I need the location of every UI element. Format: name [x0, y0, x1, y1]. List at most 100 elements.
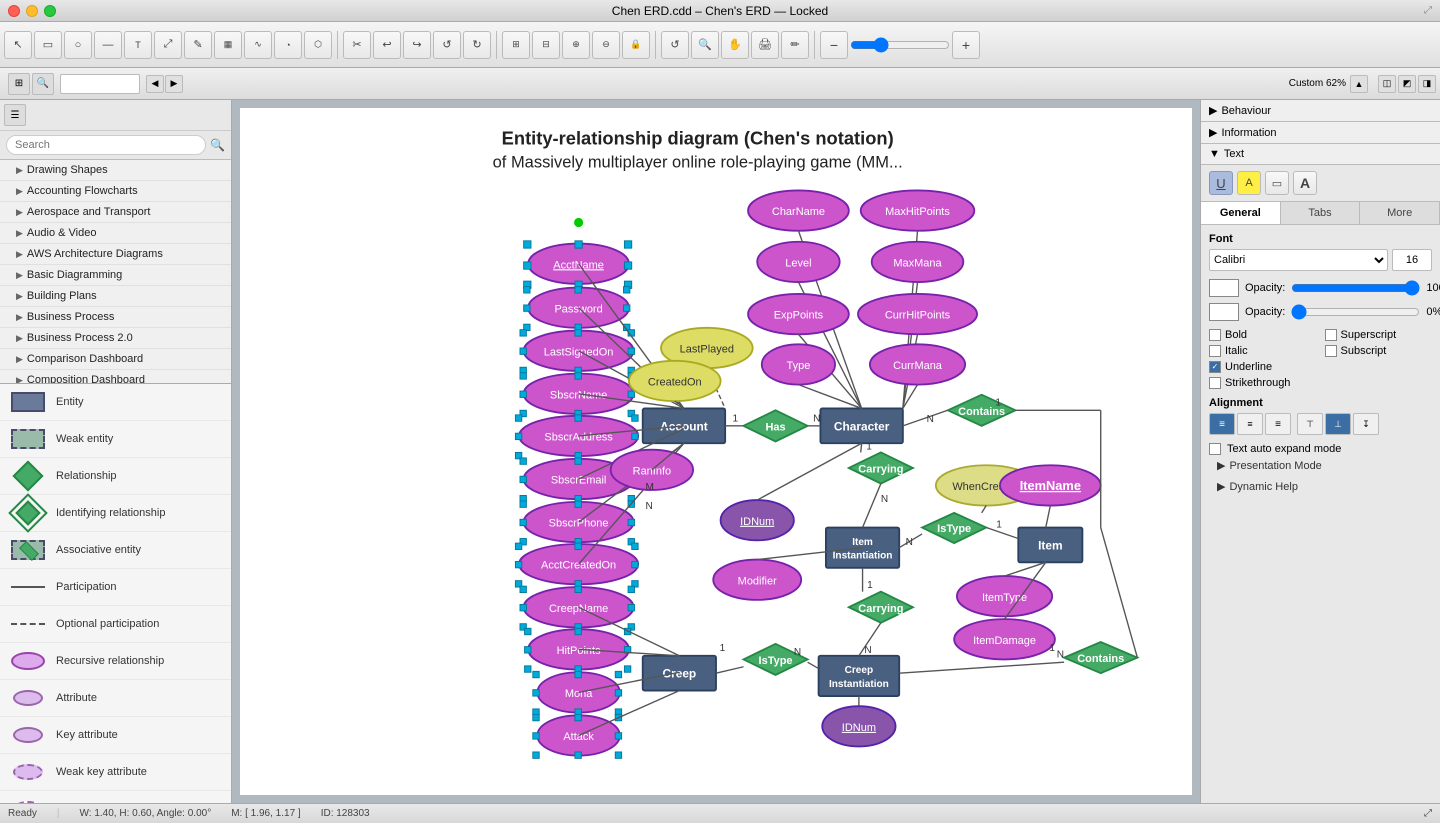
- search-input[interactable]: [6, 135, 206, 155]
- pan-tool[interactable]: ✋: [721, 31, 749, 59]
- rp-text[interactable]: ▼ Text: [1201, 144, 1440, 165]
- zoom-out-btn[interactable]: −: [820, 31, 848, 59]
- tab-more[interactable]: More: [1360, 202, 1440, 224]
- shape-relationship[interactable]: Relationship: [0, 458, 231, 495]
- conn-tool[interactable]: ⤢: [154, 31, 182, 59]
- annotate-tool[interactable]: ✏: [781, 31, 809, 59]
- shape-derived-attr[interactable]: Derived attribute: [0, 791, 231, 803]
- shape-participation[interactable]: Participation: [0, 569, 231, 606]
- rp-information[interactable]: ▶ Information: [1201, 122, 1440, 144]
- freehand-tool[interactable]: ✎: [184, 31, 212, 59]
- prev-btn[interactable]: ◀: [146, 75, 164, 93]
- shape-attribute[interactable]: Attribute: [0, 680, 231, 717]
- close-button[interactable]: [8, 5, 20, 17]
- cut-tool[interactable]: ✂: [343, 31, 371, 59]
- cat-aws[interactable]: ▶AWS Architecture Diagrams: [0, 244, 231, 265]
- zoom-slider[interactable]: [850, 37, 950, 53]
- cat-bprocess2[interactable]: ▶Business Process 2.0: [0, 328, 231, 349]
- cat-basic[interactable]: ▶Basic Diagramming: [0, 265, 231, 286]
- oval-tool[interactable]: ○: [64, 31, 92, 59]
- tab-general[interactable]: General: [1201, 202, 1281, 224]
- tab-tabs[interactable]: Tabs: [1281, 202, 1361, 224]
- cat-building[interactable]: ▶Building Plans: [0, 286, 231, 307]
- zoom-step-btn[interactable]: ▲: [1350, 75, 1368, 93]
- text-tool[interactable]: T: [124, 31, 152, 59]
- presentation-mode-item[interactable]: ▶ Presentation Mode: [1209, 455, 1432, 476]
- redo-tool[interactable]: ↪: [403, 31, 431, 59]
- table-tool[interactable]: ▦: [214, 31, 242, 59]
- handle-mr[interactable]: [624, 262, 631, 269]
- big-a-btn[interactable]: A: [1293, 171, 1317, 195]
- italic-cb[interactable]: [1209, 345, 1221, 357]
- color-swatch-1[interactable]: [1209, 279, 1239, 297]
- fwd-tool[interactable]: ↺: [463, 31, 491, 59]
- color-swatch-2[interactable]: [1209, 303, 1239, 321]
- rp-behaviour[interactable]: ▶ Behaviour: [1201, 100, 1440, 122]
- cat-bprocess[interactable]: ▶Business Process: [0, 307, 231, 328]
- arc-tool[interactable]: ◔: [274, 31, 302, 59]
- zoom-in-btn[interactable]: +: [952, 31, 980, 59]
- fit-page-btn[interactable]: ◨: [1418, 75, 1436, 93]
- handle-tr[interactable]: [624, 241, 631, 248]
- font-select[interactable]: Calibri Arial Helvetica: [1209, 249, 1388, 271]
- expand-icon-bottom[interactable]: ⤢: [1424, 808, 1432, 819]
- group-tool[interactable]: ⊞: [502, 31, 530, 59]
- align-right-btn[interactable]: ≡: [1265, 413, 1291, 435]
- superscript-cb[interactable]: [1325, 329, 1337, 341]
- handle-tl[interactable]: [524, 241, 531, 248]
- underline-format-btn[interactable]: U: [1209, 171, 1233, 195]
- sidebar-grid-btn[interactable]: ⊞: [8, 73, 30, 95]
- cat-composition[interactable]: ▶Composition Dashboard: [0, 370, 231, 383]
- valign-bot-btn[interactable]: ↧: [1353, 413, 1379, 435]
- fullscreen-button[interactable]: [44, 5, 56, 17]
- next-btn[interactable]: ▶: [165, 75, 183, 93]
- shape-weak-key-attr[interactable]: Weak key attribute: [0, 754, 231, 791]
- sidebar-search-btn[interactable]: 🔍: [32, 73, 54, 95]
- line-tool[interactable]: —: [94, 31, 122, 59]
- expand-icon[interactable]: ⤢: [1424, 5, 1432, 16]
- print-tool[interactable]: 🖨: [751, 31, 779, 59]
- dynamic-help-item[interactable]: ▶ Dynamic Help: [1209, 476, 1432, 497]
- shape-entity[interactable]: Entity: [0, 384, 231, 421]
- polygon-tool[interactable]: ⬡: [304, 31, 332, 59]
- ungroup-tool[interactable]: ⊟: [532, 31, 560, 59]
- bezier-tool[interactable]: ∿: [244, 31, 272, 59]
- text-auto-expand-cb[interactable]: [1209, 443, 1221, 455]
- fit-width-btn[interactable]: ◩: [1398, 75, 1416, 93]
- shape-weak-entity[interactable]: Weak entity: [0, 421, 231, 458]
- shape-assoc-entity[interactable]: Associative entity: [0, 532, 231, 569]
- zoom-tool[interactable]: 🔍: [691, 31, 719, 59]
- subscript-cb[interactable]: [1325, 345, 1337, 357]
- cat-comparison[interactable]: ▶Comparison Dashboard: [0, 349, 231, 370]
- valign-mid-btn[interactable]: ⊥: [1325, 413, 1351, 435]
- back2-tool[interactable]: ⊖: [592, 31, 620, 59]
- font-size-input[interactable]: [1392, 249, 1432, 271]
- minimize-button[interactable]: [26, 5, 38, 17]
- cat-audio[interactable]: ▶Audio & Video: [0, 223, 231, 244]
- back-tool[interactable]: ↺: [433, 31, 461, 59]
- front-tool[interactable]: ⊕: [562, 31, 590, 59]
- underline-cb[interactable]: [1209, 361, 1221, 373]
- strikethrough-cb[interactable]: [1209, 377, 1221, 389]
- rect-tool[interactable]: ▭: [34, 31, 62, 59]
- align-left-btn[interactable]: ≡: [1209, 413, 1235, 435]
- highlight-format-btn[interactable]: A: [1237, 171, 1261, 195]
- cat-accounting[interactable]: ▶Accounting Flowcharts: [0, 181, 231, 202]
- valign-top-btn[interactable]: ⊤: [1297, 413, 1323, 435]
- shape-identifying-rel[interactable]: Identifying relationship: [0, 495, 231, 532]
- handle-tc[interactable]: [575, 241, 582, 248]
- opacity-slider-1[interactable]: [1291, 280, 1420, 296]
- format-input[interactable]: [60, 74, 140, 94]
- sidebar-icon-btn[interactable]: ☰: [4, 104, 26, 126]
- refresh-tool[interactable]: ↺: [661, 31, 689, 59]
- handle-ml[interactable]: [524, 262, 531, 269]
- diagram-canvas[interactable]: Entity-relationship diagram (Chen's nota…: [240, 108, 1192, 795]
- select-tool[interactable]: ↖: [4, 31, 32, 59]
- cat-aerospace[interactable]: ▶Aerospace and Transport: [0, 202, 231, 223]
- shape-recursive-rel[interactable]: Recursive relationship: [0, 643, 231, 680]
- align-center-btn[interactable]: ≡: [1237, 413, 1263, 435]
- bold-cb[interactable]: [1209, 329, 1221, 341]
- cat-drawing-shapes[interactable]: ▶Drawing Shapes: [0, 160, 231, 181]
- fit-btn[interactable]: ◫: [1378, 75, 1396, 93]
- shape-opt-participation[interactable]: Optional participation: [0, 606, 231, 643]
